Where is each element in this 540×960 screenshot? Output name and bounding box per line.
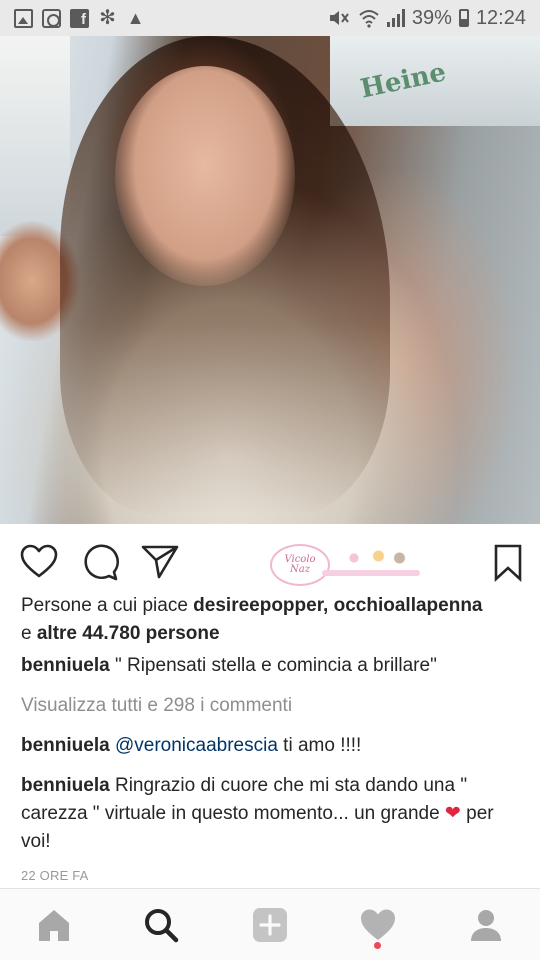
post-photo[interactable]: Heine xyxy=(0,36,540,524)
post-caption: benniuela " Ripensati stella e comincia … xyxy=(21,652,526,680)
battery-icon xyxy=(458,9,469,27)
activity-heart-icon[interactable] xyxy=(358,905,398,945)
watermark-decoration xyxy=(340,548,410,568)
watermark-badge: Vicolo Naz xyxy=(270,544,330,586)
activity-notification-dot xyxy=(374,942,381,949)
comment-mention[interactable]: @veronicaabrescia xyxy=(115,735,278,756)
post-timestamp: 22 ORE FA xyxy=(21,868,89,883)
wifi-icon xyxy=(359,10,379,28)
likes-summary[interactable]: Persone a cui piace desireepopper, occhi… xyxy=(21,592,526,648)
clock: 12:24 xyxy=(475,6,526,29)
bookmark-icon[interactable] xyxy=(488,542,528,582)
system-icons: 39% 12:24 xyxy=(327,7,526,30)
home-icon[interactable] xyxy=(34,905,74,945)
likes-prefix: Persone a cui piace xyxy=(21,595,194,616)
comment-item: benniuela Ringrazio di cuore che mi sta … xyxy=(21,772,526,856)
caption-username[interactable]: benniuela xyxy=(21,655,110,676)
red-heart-emoji-icon: ❤ xyxy=(444,803,461,824)
warning-icon: ▲ xyxy=(126,7,145,28)
photo-background-wall xyxy=(0,36,70,236)
post-details: Persone a cui piace desireepopper, occhi… xyxy=(21,592,526,890)
bottom-navigation-bar xyxy=(0,888,540,960)
post-action-bar: Vicolo Naz xyxy=(0,524,540,598)
comment-text: ti amo !!!! xyxy=(277,735,362,756)
flower-icon: ✻ xyxy=(99,6,116,29)
profile-icon[interactable] xyxy=(466,905,506,945)
view-all-comments-link[interactable]: Visualizza tutti e 298 i commenti xyxy=(21,692,526,720)
likes-conjunction: e xyxy=(21,623,37,644)
battery-percent: 39% xyxy=(411,6,452,29)
caption-text: " Ripensati stella e comincia a brillare… xyxy=(109,655,437,676)
watermark-logo: Vicolo Naz xyxy=(270,540,420,590)
watermark-bar xyxy=(322,570,420,576)
mute-icon xyxy=(329,11,349,25)
likes-others[interactable]: altre 44.780 persone xyxy=(37,623,220,644)
settings-icon xyxy=(42,8,61,28)
comment-username[interactable]: benniuela xyxy=(21,775,110,796)
comment-bubble-icon[interactable] xyxy=(80,542,120,582)
status-bar: f ✻ ▲ 39% 12:24 xyxy=(0,0,540,36)
notification-icons: f ✻ ▲ xyxy=(14,6,145,29)
facebook-icon: f xyxy=(70,8,89,28)
add-post-icon[interactable] xyxy=(250,905,290,945)
heart-outline-icon[interactable] xyxy=(19,542,59,582)
photo-face xyxy=(115,66,295,286)
watermark-lettering: Vicolo Naz xyxy=(284,554,316,575)
gallery-icon xyxy=(14,8,33,28)
signal-icon xyxy=(386,9,405,27)
send-arrow-icon[interactable] xyxy=(140,542,180,582)
search-icon[interactable] xyxy=(141,905,181,945)
comment-item: benniuela @veronicaabrescia ti amo !!!! xyxy=(21,732,526,760)
comment-username[interactable]: benniuela xyxy=(21,735,110,756)
likes-users[interactable]: desireepopper, occhioallapenna xyxy=(193,595,482,616)
